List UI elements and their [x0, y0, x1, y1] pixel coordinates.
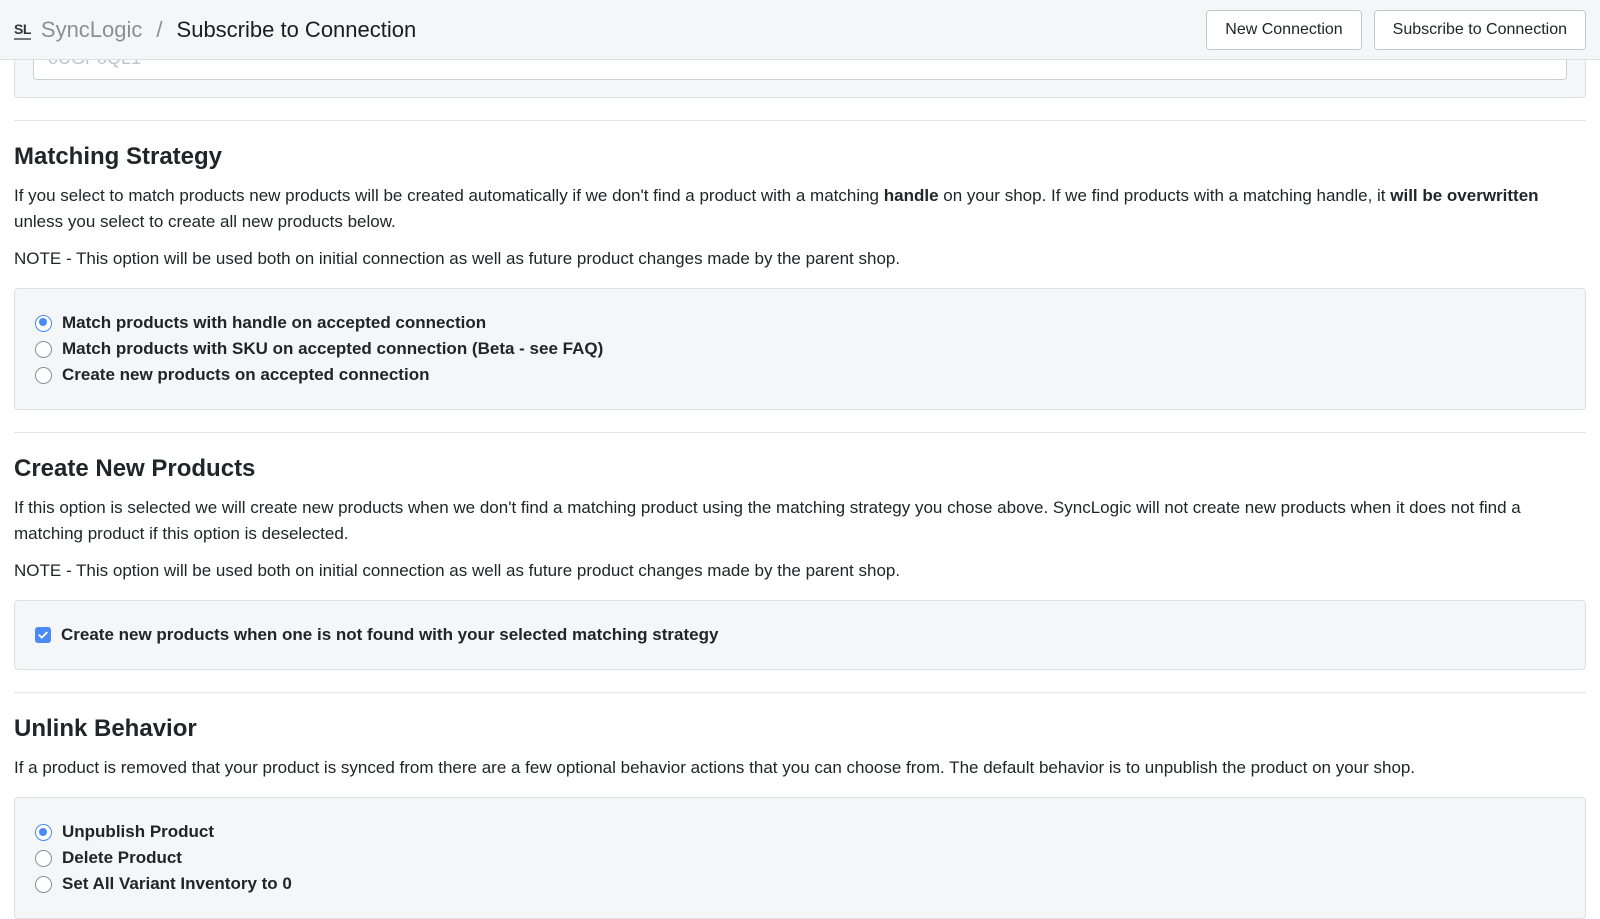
- create-new-products-card: Create new products when one is not foun…: [14, 600, 1586, 670]
- matching-option-create-new[interactable]: Create new products on accepted connecti…: [35, 365, 1565, 385]
- matching-strategy-note: NOTE - This option will be used both on …: [14, 246, 1586, 272]
- create-new-products-checkbox-row[interactable]: Create new products when one is not foun…: [35, 625, 1565, 645]
- checkbox-icon: [35, 627, 51, 643]
- connection-code-card: oUGPoQL1: [14, 60, 1586, 98]
- unlink-behavior-description: If a product is removed that your produc…: [14, 755, 1586, 781]
- matching-strategy-options-card: Match products with handle on accepted c…: [14, 288, 1586, 410]
- radio-icon: [35, 850, 52, 867]
- divider: [14, 692, 1586, 693]
- radio-icon: [35, 876, 52, 893]
- ms-desc-part-e: unless you select to create all new prod…: [14, 212, 396, 231]
- ms-desc-part-c: on your shop. If we find products with a…: [939, 186, 1391, 205]
- matching-strategy-description: If you select to match products new prod…: [14, 183, 1586, 236]
- new-connection-button[interactable]: New Connection: [1206, 10, 1361, 50]
- option-label: Match products with SKU on accepted conn…: [62, 339, 603, 359]
- page-title: Subscribe to Connection: [177, 17, 417, 43]
- subscribe-to-connection-button[interactable]: Subscribe to Connection: [1374, 10, 1586, 50]
- option-label: Create new products on accepted connecti…: [62, 365, 429, 385]
- unlink-option-unpublish[interactable]: Unpublish Product: [35, 822, 1565, 842]
- matching-option-handle[interactable]: Match products with handle on accepted c…: [35, 313, 1565, 333]
- create-new-products-heading: Create New Products: [14, 455, 1586, 483]
- matching-strategy-heading: Matching Strategy: [14, 143, 1586, 171]
- option-label: Set All Variant Inventory to 0: [62, 874, 292, 894]
- create-new-products-description: If this option is selected we will creat…: [14, 495, 1586, 548]
- option-label: Match products with handle on accepted c…: [62, 313, 486, 333]
- create-new-products-note: NOTE - This option will be used both on …: [14, 558, 1586, 584]
- unlink-behavior-heading: Unlink Behavior: [14, 715, 1586, 743]
- app-name-link[interactable]: SyncLogic: [41, 17, 143, 43]
- header-buttons: New Connection Subscribe to Connection: [1206, 10, 1586, 50]
- divider: [14, 120, 1586, 121]
- unlink-behavior-options-card: Unpublish Product Delete Product Set All…: [14, 797, 1586, 919]
- unlink-option-zero-inventory[interactable]: Set All Variant Inventory to 0: [35, 874, 1565, 894]
- matching-option-sku[interactable]: Match products with SKU on accepted conn…: [35, 339, 1565, 359]
- checkbox-label: Create new products when one is not foun…: [61, 625, 718, 645]
- ms-desc-bold-handle: handle: [884, 186, 939, 205]
- option-label: Delete Product: [62, 848, 182, 868]
- radio-icon: [35, 341, 52, 358]
- ms-desc-bold-overwritten: will be overwritten: [1390, 186, 1538, 205]
- radio-icon: [35, 824, 52, 841]
- connection-code-input[interactable]: oUGPoQL1: [33, 60, 1567, 80]
- divider: [14, 432, 1586, 433]
- radio-icon: [35, 367, 52, 384]
- topbar: SL SyncLogic / Subscribe to Connection N…: [0, 0, 1600, 60]
- unlink-option-delete[interactable]: Delete Product: [35, 848, 1565, 868]
- breadcrumb: SL SyncLogic / Subscribe to Connection: [14, 17, 416, 43]
- option-label: Unpublish Product: [62, 822, 214, 842]
- app-logo: SL: [14, 20, 31, 40]
- radio-icon: [35, 315, 52, 332]
- ms-desc-part-a: If you select to match products new prod…: [14, 186, 884, 205]
- breadcrumb-separator: /: [156, 17, 162, 43]
